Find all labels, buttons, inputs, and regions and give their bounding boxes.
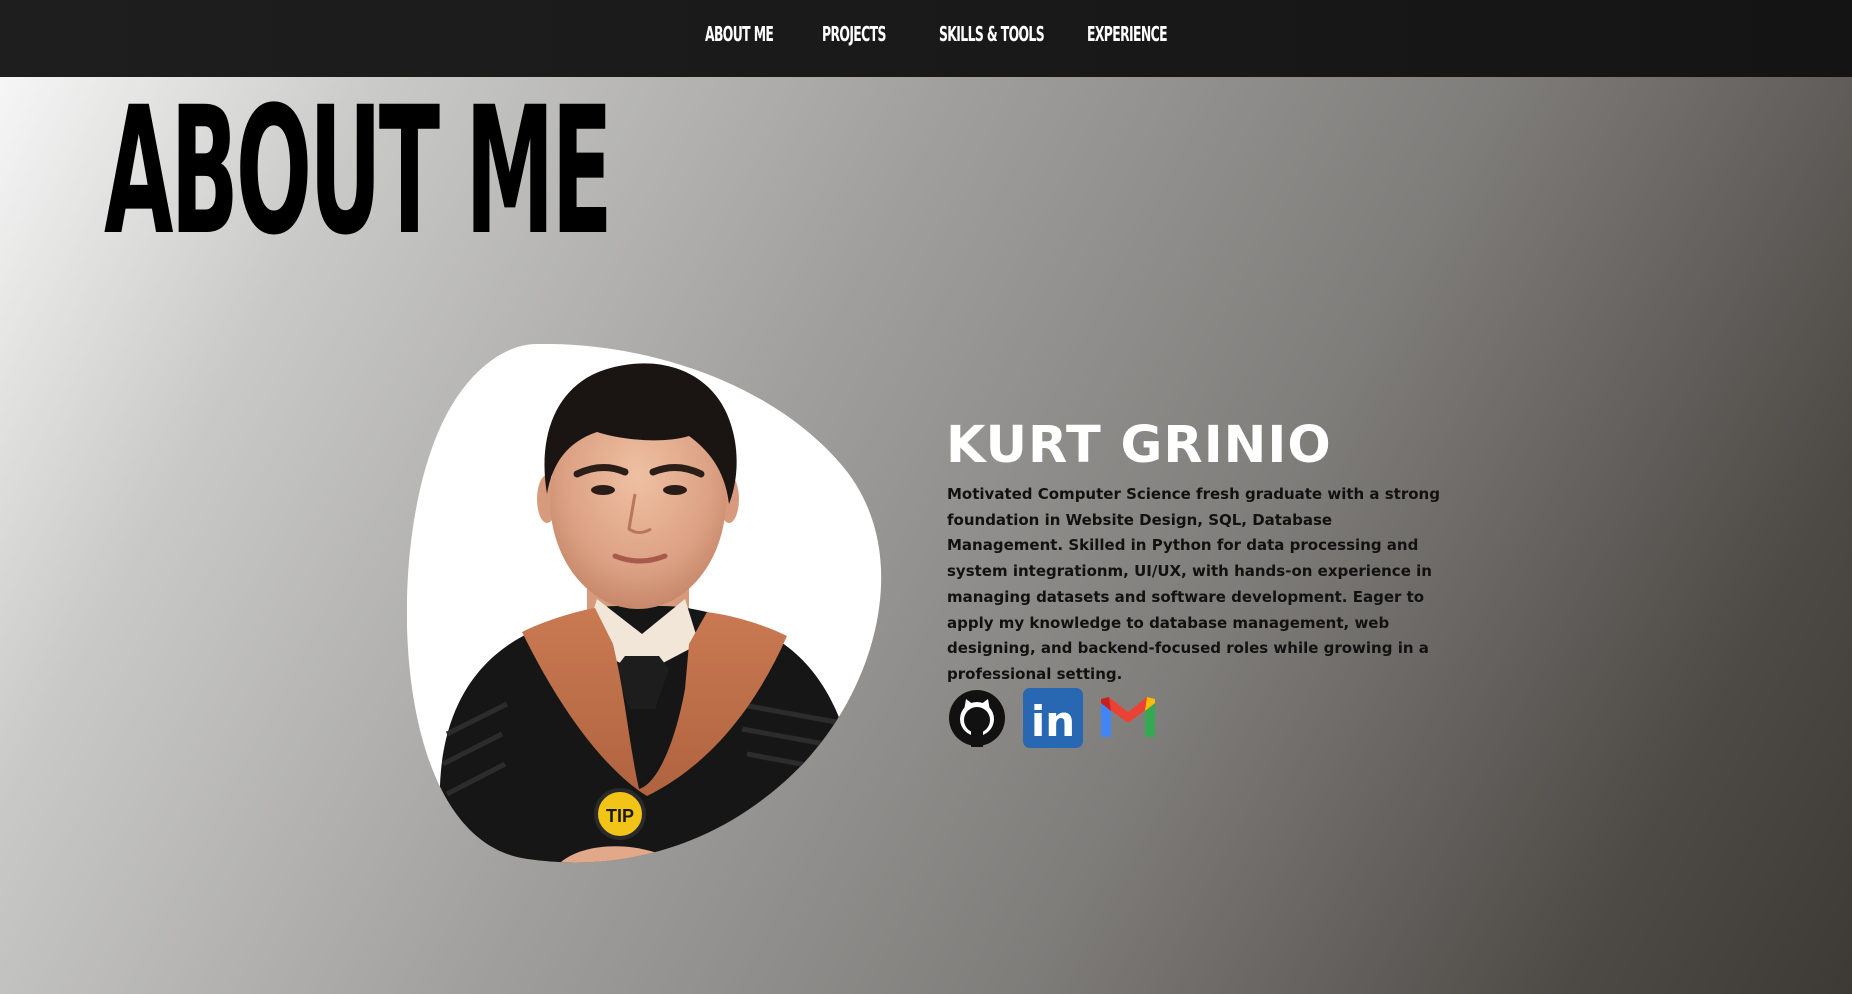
linkedin-icon: in (1023, 688, 1083, 748)
gmail-link[interactable] (1097, 687, 1159, 749)
nav-link-skills-tools[interactable]: SKILLS & TOOLS (939, 20, 1045, 48)
page-title: ABOUT ME (104, 69, 613, 274)
profile-bio: Motivated Computer Science fresh graduat… (947, 485, 1440, 683)
top-navbar: ABOUT ME PROJECTS SKILLS & TOOLS EXPERIE… (0, 0, 1852, 77)
nav-link-about-me[interactable]: ABOUT ME (705, 20, 774, 48)
github-icon (949, 690, 1005, 747)
nav-link-experience[interactable]: EXPERIENCE (1087, 20, 1168, 48)
linkedin-text: in (1031, 697, 1075, 746)
profile-photo: TIP (407, 344, 882, 863)
gmail-icon (1101, 697, 1155, 737)
medal-text: TIP (606, 806, 634, 826)
github-link[interactable] (946, 687, 1008, 749)
profile-name: KURT GRINIO (946, 416, 1332, 475)
linkedin-link[interactable]: in (1022, 687, 1084, 749)
nav-link-projects[interactable]: PROJECTS (822, 20, 886, 48)
